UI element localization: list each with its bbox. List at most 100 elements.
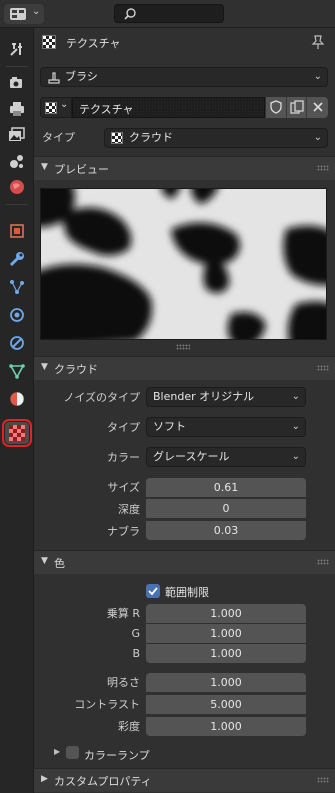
saturation-field[interactable]: 1.000 bbox=[146, 717, 306, 736]
clouds-panel-title: クラウド bbox=[54, 363, 98, 376]
chevron-down-icon: ⌄ bbox=[291, 391, 300, 402]
clamp-label: 範囲制限 bbox=[165, 586, 209, 599]
duplicate-button[interactable] bbox=[286, 97, 306, 118]
brush-selector-dropdown[interactable]: ブラシ ⌄ bbox=[40, 67, 328, 87]
modifiers-tab[interactable] bbox=[5, 248, 29, 270]
render-camera-icon bbox=[10, 77, 22, 88]
chevron-down-icon: ⌄ bbox=[291, 451, 300, 462]
mesh-data-icon bbox=[9, 364, 25, 379]
multiply-r-label: 乗算 R bbox=[106, 607, 140, 620]
clouds-panel-header[interactable]: ▼ クラウド bbox=[34, 356, 335, 380]
object-tab[interactable] bbox=[5, 220, 29, 242]
chevron-down-icon: ⌄ bbox=[291, 421, 300, 432]
noise-type-value: ソフト bbox=[153, 420, 186, 433]
search-input[interactable] bbox=[114, 4, 224, 23]
chevron-down-icon: ⌄ bbox=[32, 6, 41, 17]
multiply-b-field[interactable]: 1.000 bbox=[146, 644, 306, 663]
particles-tab[interactable] bbox=[5, 276, 29, 298]
texture-checker-icon bbox=[111, 132, 123, 144]
unlink-button[interactable] bbox=[306, 97, 328, 118]
texture-checker-icon bbox=[45, 102, 57, 114]
editor-type-button[interactable]: ⌄ bbox=[4, 4, 44, 24]
texture-name-field[interactable]: テクスチャ bbox=[72, 97, 265, 118]
collapse-triangle-icon[interactable]: ▶ bbox=[54, 747, 60, 756]
size-label: サイズ bbox=[107, 481, 140, 494]
properties-tab-bar bbox=[0, 28, 34, 793]
page-title: テクスチャ bbox=[66, 37, 121, 50]
constraints-tab[interactable] bbox=[5, 332, 29, 354]
tool-icon bbox=[10, 43, 22, 56]
colors-panel-header[interactable]: ▼ 色 bbox=[34, 550, 335, 574]
multiply-g-field[interactable]: 1.000 bbox=[146, 624, 306, 643]
wrench-icon bbox=[9, 252, 24, 267]
chevron-down-icon: ⌄ bbox=[313, 71, 322, 82]
particles-icon bbox=[10, 280, 24, 294]
preview-panel-header[interactable]: ▼ プレビュー bbox=[34, 156, 335, 180]
texture-type-dropdown[interactable]: クラウド ⌄ bbox=[104, 128, 328, 148]
properties-content: テクスチャ ブラシ ⌄ ⌄ テクスチャ タイプ クラウド ⌄ ▼ プレビュー ▼… bbox=[34, 28, 335, 793]
object-icon bbox=[10, 224, 24, 238]
cloud-color-label: カラー bbox=[107, 451, 140, 464]
expand-triangle-icon: ▼ bbox=[41, 556, 48, 566]
multiply-r-field[interactable]: 1.000 bbox=[146, 604, 306, 623]
properties-editor-icon bbox=[10, 8, 26, 20]
chevron-down-icon: ⌄ bbox=[313, 132, 322, 143]
contrast-label: コントラスト bbox=[74, 698, 140, 711]
checkmark-icon bbox=[148, 587, 158, 596]
world-tab[interactable] bbox=[5, 176, 29, 198]
texture-type-value: クラウド bbox=[129, 131, 173, 144]
depth-field[interactable]: 0 bbox=[146, 499, 306, 518]
physics-tab[interactable] bbox=[5, 304, 29, 326]
view-layer-tab[interactable] bbox=[5, 124, 29, 146]
multiply-b-label: B bbox=[132, 647, 140, 660]
depth-label: 深度 bbox=[118, 503, 140, 516]
expand-triangle-icon: ▼ bbox=[41, 362, 48, 372]
multiply-g-label: G bbox=[131, 627, 140, 640]
expand-triangle-icon: ▼ bbox=[41, 162, 48, 172]
material-tab[interactable] bbox=[5, 388, 29, 410]
object-data-tab[interactable] bbox=[5, 360, 29, 382]
shield-icon bbox=[270, 100, 282, 114]
fake-user-button[interactable] bbox=[266, 97, 286, 118]
pin-icon[interactable] bbox=[311, 34, 325, 50]
material-sphere-icon bbox=[9, 391, 25, 407]
texture-browse-button[interactable]: ⌄ bbox=[40, 97, 72, 118]
nabla-label: ナブラ bbox=[107, 525, 140, 538]
texture-tab[interactable] bbox=[2, 419, 32, 447]
image-layers-icon bbox=[9, 127, 25, 141]
output-tab[interactable] bbox=[5, 98, 29, 120]
search-icon bbox=[124, 8, 136, 20]
noise-type-label: タイプ bbox=[107, 421, 140, 434]
brightness-label: 明るさ bbox=[107, 676, 140, 689]
render-tab[interactable] bbox=[5, 72, 29, 94]
tab-divider bbox=[6, 66, 28, 67]
custom-properties-panel-header[interactable]: ▶ カスタムプロパティ bbox=[34, 768, 335, 792]
noise-basis-dropdown[interactable]: Blender オリジナル ⌄ bbox=[146, 387, 306, 407]
color-ramp-checkbox[interactable] bbox=[66, 746, 79, 759]
nabla-field[interactable]: 0.03 bbox=[146, 521, 306, 540]
contrast-field[interactable]: 5.000 bbox=[146, 695, 306, 714]
tool-settings-tab[interactable] bbox=[5, 38, 29, 60]
brush-icon bbox=[48, 72, 60, 84]
noise-basis-value: Blender オリジナル bbox=[153, 390, 255, 403]
brightness-field[interactable]: 1.000 bbox=[146, 673, 306, 692]
editor-header: ⌄ bbox=[0, 0, 335, 28]
scene-tab[interactable] bbox=[5, 150, 29, 172]
context-header: テクスチャ bbox=[34, 28, 335, 56]
noise-type-dropdown[interactable]: ソフト ⌄ bbox=[146, 417, 306, 437]
drag-grip-icon[interactable] bbox=[317, 365, 329, 371]
texture-preview-image bbox=[40, 188, 327, 340]
type-label: タイプ bbox=[42, 131, 75, 144]
cloud-color-value: グレースケール bbox=[153, 450, 230, 463]
preview-resize-grip[interactable] bbox=[176, 344, 190, 350]
cloud-color-dropdown[interactable]: グレースケール ⌄ bbox=[146, 447, 306, 467]
clamp-checkbox[interactable] bbox=[146, 584, 160, 598]
texture-name-value: テクスチャ bbox=[79, 103, 134, 116]
collapse-triangle-icon: ▶ bbox=[41, 774, 48, 784]
size-field[interactable]: 0.61 bbox=[146, 478, 306, 497]
saturation-label: 彩度 bbox=[118, 720, 140, 733]
scene-icon bbox=[10, 155, 23, 168]
drag-grip-icon[interactable] bbox=[317, 165, 329, 171]
drag-grip-icon[interactable] bbox=[317, 559, 329, 565]
drag-grip-icon[interactable] bbox=[317, 777, 329, 783]
